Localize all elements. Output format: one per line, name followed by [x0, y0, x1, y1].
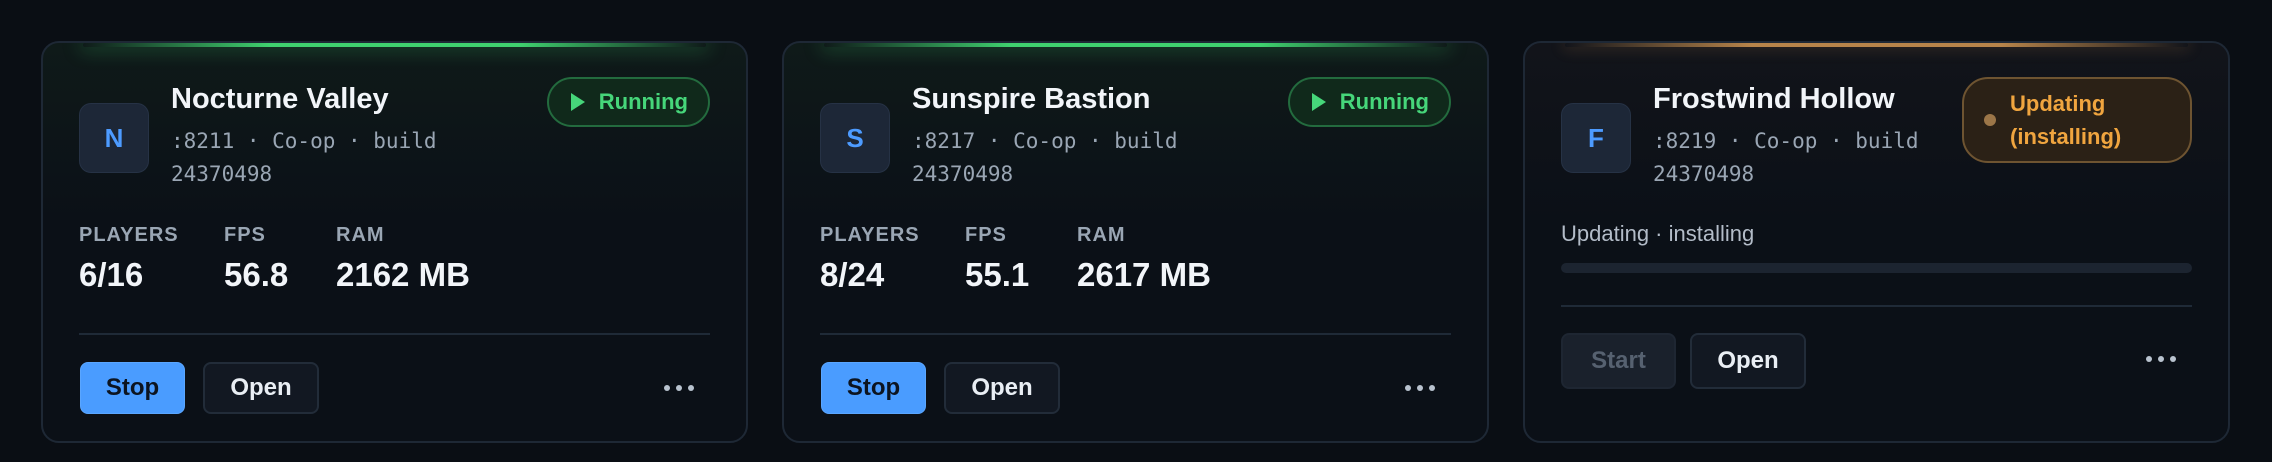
- status-label: Running: [598, 89, 688, 114]
- server-name: Nocturne Valley: [171, 83, 389, 115]
- start-button[interactable]: Start: [1561, 333, 1676, 389]
- open-button[interactable]: Open: [203, 362, 319, 414]
- server-card: N Nocturne Valley :8211 · Co-op · build …: [41, 41, 748, 443]
- stop-button[interactable]: Stop: [80, 362, 185, 414]
- more-icon[interactable]: [664, 381, 694, 395]
- server-name: Frostwind Hollow: [1653, 83, 1895, 115]
- stat-label-fps: FPS: [965, 224, 1007, 246]
- status-accent-line: [824, 43, 1447, 47]
- server-avatar: F: [1561, 103, 1631, 173]
- card-divider: [820, 333, 1451, 335]
- more-icon[interactable]: [1405, 381, 1435, 395]
- more-icon[interactable]: [2146, 352, 2176, 366]
- stop-button[interactable]: Stop: [821, 362, 926, 414]
- stat-value-fps: 55.1: [965, 256, 1030, 293]
- status-accent-line: [1565, 43, 2188, 47]
- status-badge: Running: [1287, 77, 1451, 127]
- dot-icon: [1984, 114, 1996, 126]
- progress-bar: [1561, 263, 2192, 273]
- status-label: Running: [1339, 89, 1429, 114]
- stat-value-ram: 2162 MB: [336, 256, 470, 293]
- server-card: S Sunspire Bastion :8217 · Co-op · build…: [782, 41, 1489, 443]
- card-divider: [1561, 305, 2192, 307]
- stat-value-ram: 2617 MB: [1077, 256, 1211, 293]
- play-icon: [570, 93, 585, 111]
- stat-value-fps: 56.8: [224, 256, 289, 293]
- status-label: Updating (installing): [2010, 91, 2122, 149]
- stat-label-ram: RAM: [1077, 224, 1126, 246]
- progress-label: Updating · installing: [1561, 221, 1755, 246]
- play-icon: [1311, 93, 1326, 111]
- stat-label-players: PLAYERS: [820, 224, 920, 246]
- status-accent-line: [83, 43, 706, 47]
- stat-value-players: 6/16: [79, 256, 144, 293]
- server-meta: :8211 · Co-op · build 24370498: [171, 129, 437, 186]
- open-button[interactable]: Open: [1690, 333, 1806, 389]
- server-card-list: N Nocturne Valley :8211 · Co-op · build …: [0, 0, 2272, 462]
- stat-label-fps: FPS: [224, 224, 266, 246]
- open-button[interactable]: Open: [944, 362, 1060, 414]
- server-avatar: S: [820, 103, 890, 173]
- stat-label-ram: RAM: [336, 224, 385, 246]
- server-name: Sunspire Bastion: [912, 83, 1151, 115]
- card-divider: [79, 333, 710, 335]
- server-meta: :8219 · Co-op · build 24370498: [1653, 129, 1919, 186]
- status-badge: Running: [546, 77, 710, 127]
- stat-value-players: 8/24: [820, 256, 885, 293]
- server-card: F Frostwind Hollow :8219 · Co-op · build…: [1523, 41, 2230, 443]
- stat-label-players: PLAYERS: [79, 224, 179, 246]
- status-badge: Updating (installing): [1962, 77, 2192, 163]
- server-meta: :8217 · Co-op · build 24370498: [912, 129, 1178, 186]
- server-avatar: N: [79, 103, 149, 173]
